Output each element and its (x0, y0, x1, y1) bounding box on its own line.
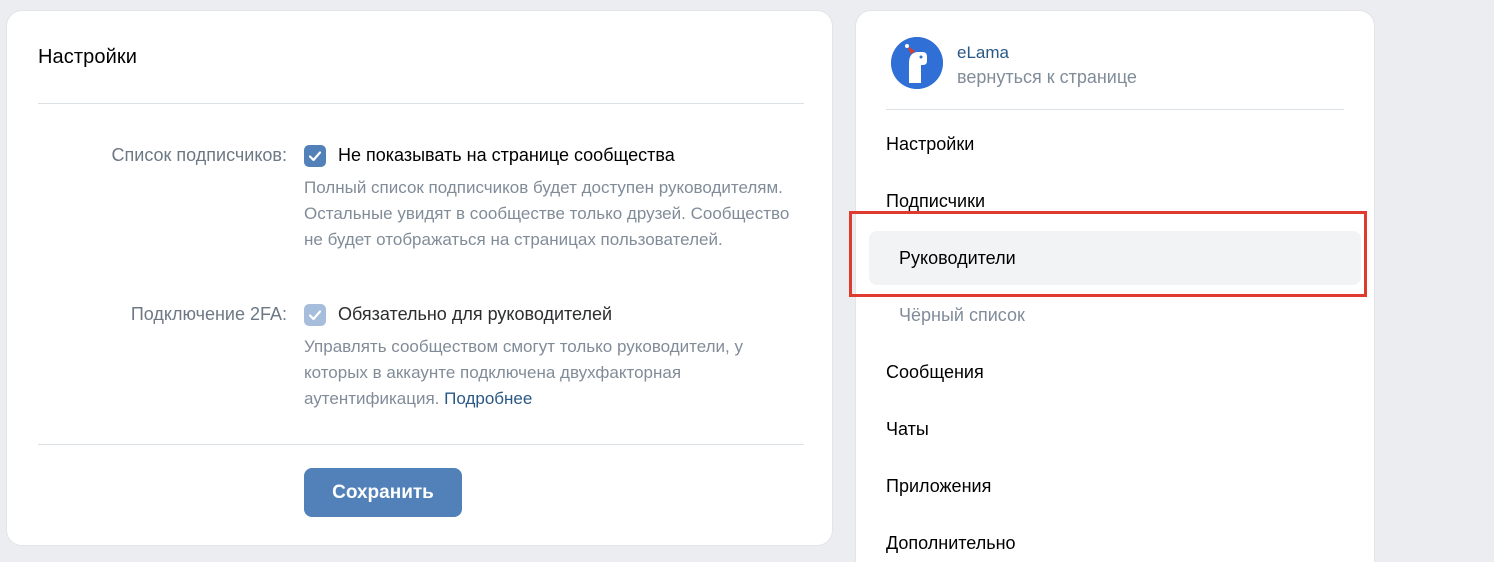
nav-item-messages[interactable]: Сообщения (886, 362, 984, 383)
nav-item-chats[interactable]: Чаты (886, 419, 929, 440)
check-icon (308, 151, 322, 162)
nav-item-subscribers[interactable]: Подписчики (886, 191, 985, 212)
avatar[interactable] (891, 37, 943, 89)
back-to-page-link[interactable]: вернуться к странице (957, 67, 1137, 88)
check-icon (308, 310, 322, 321)
settings-panel: Настройки Список подписчиков: Не показыв… (6, 10, 833, 546)
nav-item-advanced[interactable]: Дополнительно (886, 533, 1016, 554)
nav-item-settings[interactable]: Настройки (886, 134, 974, 155)
subscribers-label: Список подписчиков: (111, 145, 287, 165)
divider (38, 103, 804, 104)
nav-item-blacklist[interactable]: Чёрный список (899, 305, 1025, 326)
save-button[interactable]: Сохранить (304, 468, 462, 517)
community-name[interactable]: eLama (957, 43, 1009, 63)
highlight-box (849, 211, 1367, 297)
twofa-option: Обязательно для руководителей (338, 304, 613, 324)
hide-subscribers-checkbox[interactable] (304, 145, 326, 167)
page-title: Настройки (38, 46, 137, 68)
twofa-description: Управлять сообществом смогут только руко… (304, 334, 794, 412)
subscribers-description: Полный список подписчиков будет доступен… (304, 178, 790, 249)
divider (38, 444, 804, 445)
nav-item-apps[interactable]: Приложения (886, 476, 991, 497)
twofa-checkbox (304, 304, 326, 326)
divider (886, 109, 1344, 110)
more-link[interactable]: Подробнее (444, 389, 532, 408)
llama-logo-icon (891, 37, 943, 89)
twofa-label: Подключение 2FA: (130, 304, 287, 324)
hide-subscribers-option[interactable]: Не показывать на странице сообщества (338, 145, 675, 166)
